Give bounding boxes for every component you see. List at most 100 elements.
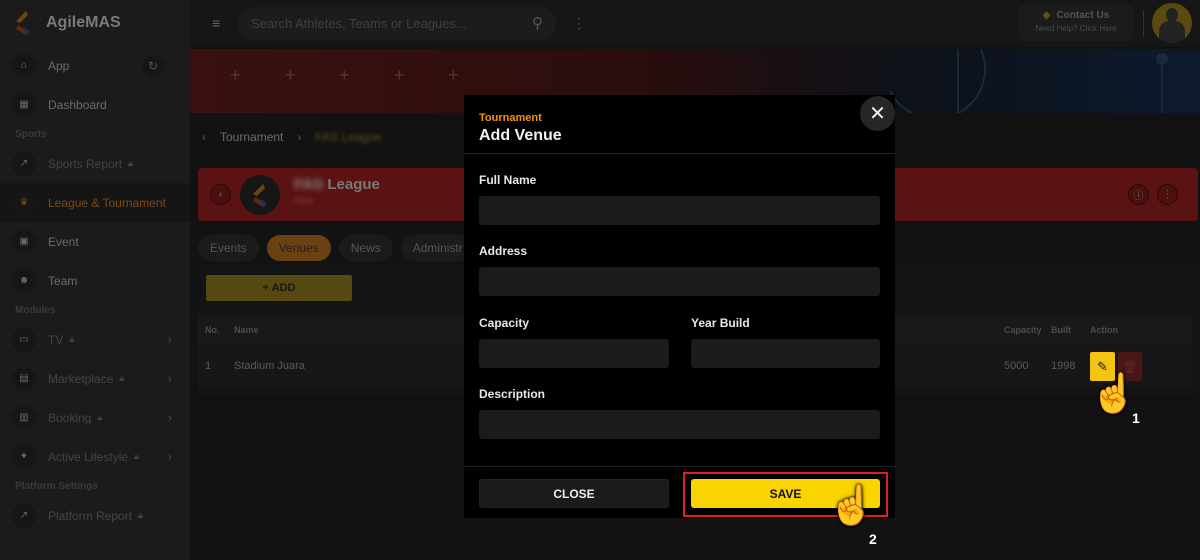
shield-icon: ◈ (1042, 10, 1051, 21)
sidebar-item-label: Sports Report (48, 156, 123, 171)
full-name-label: Full Name (479, 173, 537, 187)
lock-icon: 🔒︎ (138, 510, 143, 520)
search-placeholder: Search Athletes, Teams or Leagues... (251, 15, 467, 31)
tactics-drawing-icon (890, 49, 1168, 113)
more-vertical-icon[interactable]: ⋮ (572, 15, 586, 32)
column-action: Action (1090, 325, 1118, 335)
section-platform-settings: Platform Settings (15, 480, 98, 492)
address-field[interactable] (479, 267, 880, 296)
search-input[interactable]: Search Athletes, Teams or Leagues... ⚲ (238, 6, 556, 40)
breadcrumb: ‹ Tournament › FAS League (198, 124, 381, 150)
breadcrumb-tournament[interactable]: Tournament (220, 130, 283, 144)
plus-decoration-icon: + (230, 65, 241, 85)
sidebar-item-league-tournament[interactable]: ♛ League & Tournament (0, 183, 190, 222)
brand-name: AgileMAS (46, 14, 121, 31)
sidebar-item-label: Team (48, 273, 78, 288)
trend-icon: ↗ (12, 503, 36, 528)
sidebar-item-marketplace[interactable]: ▤ Marketplace 🔒︎ › (0, 359, 190, 398)
close-button[interactable]: CLOSE (479, 479, 669, 508)
divider (1143, 10, 1144, 36)
modal-kicker: Tournament (479, 112, 542, 124)
app-root: AgileMAS ⌂ App ↻ ▦ Dashboard Sports ↗ Sp… (0, 0, 1200, 560)
sidebar-item-platform-report[interactable]: ↗ Platform Report 🔒︎ (0, 496, 190, 535)
sidebar-item-label: TV (48, 332, 64, 347)
avatar-body (1159, 21, 1185, 43)
section-modules: Modules (15, 304, 56, 316)
brand[interactable]: AgileMAS (0, 0, 190, 46)
sidebar-item-sports-report[interactable]: ↗ Sports Report 🔒︎ (0, 144, 190, 183)
close-modal-button[interactable]: ✕ (860, 96, 895, 131)
chevron-left-icon[interactable]: ‹ (198, 130, 210, 144)
plus-decoration-icon: + (285, 65, 296, 85)
divider (464, 153, 895, 154)
league-logo-icon (253, 184, 267, 208)
sidebar-item-label: App (48, 58, 70, 73)
add-venue-modal: Tournament Add Venue (464, 95, 895, 518)
more-vertical-icon[interactable]: ⋮ (1157, 184, 1178, 205)
tab-news[interactable]: News (338, 235, 393, 261)
column-no: No. (205, 325, 220, 335)
cell-capacity: 5000 (1004, 360, 1029, 372)
league-subtitle: FAS (294, 196, 313, 207)
league-name: League (327, 176, 380, 193)
capacity-field[interactable] (479, 339, 669, 368)
refresh-icon[interactable]: ↻ (142, 54, 164, 77)
contact-title: Contact Us (1056, 10, 1110, 21)
close-icon: ✕ (869, 103, 886, 125)
chevron-right-icon: › (167, 449, 172, 464)
search-icon[interactable]: ⚲ (532, 14, 543, 32)
run-icon: ✦ (12, 444, 36, 469)
sidebar-item-team[interactable]: ☻ Team (0, 261, 190, 300)
add-venue-button[interactable]: + ADD (206, 275, 352, 301)
home-icon: ⌂ (12, 53, 36, 78)
hand-pointer-icon: ☝ (828, 485, 876, 527)
sidebar-item-label: Marketplace (48, 371, 114, 386)
building-icon: ▥ (12, 405, 36, 430)
step-number: 2 (869, 531, 877, 547)
tv-icon: ▭ (12, 327, 36, 352)
column-name: Name (234, 325, 259, 335)
lock-icon: 🔒︎ (97, 412, 103, 422)
column-capacity: Capacity (1004, 325, 1042, 335)
avatar-head (1166, 8, 1178, 22)
plus-decoration-icon: + (339, 65, 350, 85)
sidebar: AgileMAS ⌂ App ↻ ▦ Dashboard Sports ↗ Sp… (0, 0, 190, 560)
back-button[interactable]: ‹ (210, 184, 231, 205)
step-number: 1 (1132, 410, 1140, 426)
year-build-field[interactable] (691, 339, 880, 368)
lock-icon: 🔒︎ (69, 334, 75, 344)
sidebar-item-tv[interactable]: ▭ TV 🔒︎ › (0, 320, 190, 359)
sidebar-item-app[interactable]: ⌂ App ↻ (0, 46, 190, 85)
avatar[interactable] (1152, 3, 1192, 43)
full-name-field[interactable] (479, 196, 880, 225)
description-field[interactable] (479, 410, 880, 439)
divider (464, 466, 895, 467)
tab-venues[interactable]: Venues (266, 235, 331, 261)
trend-icon: ↗ (12, 151, 36, 176)
cell-built: 1998 (1051, 360, 1076, 372)
info-icon[interactable]: ⓘ (1128, 184, 1149, 205)
hamburger-menu-icon[interactable]: ≡ (212, 15, 224, 31)
team-icon: ☻ (12, 268, 36, 293)
tab-bar: Events Venues News Administr (198, 235, 475, 261)
address-label: Address (479, 244, 528, 258)
sidebar-item-event[interactable]: ▣ Event (0, 222, 190, 261)
store-icon: ▤ (12, 366, 36, 391)
ticket-icon: ▣ (12, 229, 36, 254)
modal-title: Add Venue (479, 127, 562, 144)
plus-decoration-icon: + (448, 65, 459, 85)
sidebar-item-booking[interactable]: ▥ Booking 🔒︎ › (0, 398, 190, 437)
contact-us-button[interactable]: ◈ Contact Us Need Help? Click Here (1019, 5, 1133, 41)
sidebar-item-active-lifestyle[interactable]: ✦ Active Lifestyle 🔒︎ › (0, 437, 190, 476)
plus-decoration-icon: + (394, 65, 405, 85)
lock-icon: 🔒︎ (134, 451, 139, 461)
sidebar-item-label: Dashboard (48, 97, 107, 112)
breadcrumb-current: FAS League (315, 130, 382, 144)
dashboard-icon: ▦ (12, 92, 36, 117)
sidebar-item-label: Event (48, 234, 79, 249)
tab-events[interactable]: Events (198, 235, 259, 261)
league-logo (240, 175, 280, 215)
topbar: ≡ Search Athletes, Teams or Leagues... ⚲… (190, 0, 1200, 46)
lock-icon: 🔒︎ (119, 373, 125, 383)
sidebar-item-dashboard[interactable]: ▦ Dashboard (0, 85, 190, 124)
